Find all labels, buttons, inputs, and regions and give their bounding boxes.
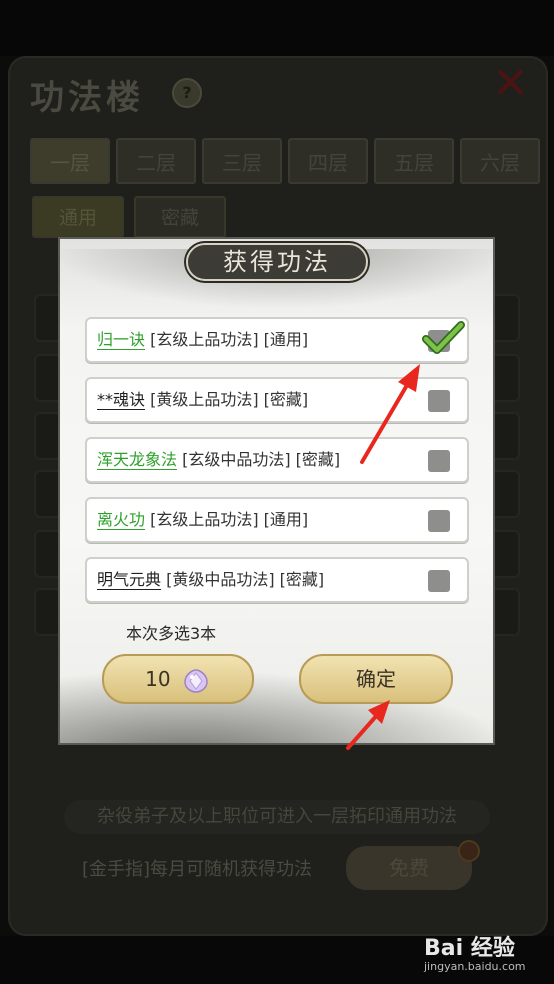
technique-tags: [玄级中品功法] [密藏] <box>182 450 341 469</box>
access-notice: 杂役弟子及以上职位可进入一层拓印通用功法 <box>64 800 490 834</box>
technique-name[interactable]: **魂诀 <box>97 390 145 409</box>
item-text: 离火功 [玄级上品功法] [通用] <box>97 499 308 541</box>
notification-dot <box>458 840 480 862</box>
watermark-brand: Bai 经验 <box>424 936 515 961</box>
tab-floor-4[interactable]: 四层 <box>288 138 368 184</box>
item-text: **魂诀 [黄级上品功法] [密藏] <box>97 379 308 421</box>
multi-select-note: 本次多选3本 <box>126 624 217 643</box>
technique-item[interactable]: 离火功 [玄级上品功法] [通用] <box>85 497 469 543</box>
page-title: 功法楼 <box>30 78 144 118</box>
technique-tags: [玄级上品功法] [通用] <box>150 330 309 349</box>
free-button[interactable]: 免费 <box>346 846 472 890</box>
tab-floor-3[interactable]: 三层 <box>202 138 282 184</box>
technique-name[interactable]: 明气元典 <box>97 570 161 589</box>
technique-name[interactable]: 离火功 <box>97 510 145 529</box>
technique-name[interactable]: 归一诀 <box>97 330 145 349</box>
checkbox[interactable] <box>428 390 450 412</box>
checkmark-icon[interactable] <box>421 319 465 357</box>
help-icon[interactable]: ? <box>172 78 202 108</box>
floor-tabs: 一层 二层 三层 四层 五层 六层 <box>30 138 540 184</box>
cost-amount: 10 <box>145 667 171 691</box>
tab-floor-5[interactable]: 五层 <box>374 138 454 184</box>
close-icon[interactable]: ✕ <box>492 62 529 106</box>
tab-floor-1[interactable]: 一层 <box>30 138 110 184</box>
category-tabs: 通用 密藏 <box>32 196 226 238</box>
technique-tags: [玄级上品功法] [通用] <box>150 510 309 529</box>
annotation-arrow <box>360 364 420 464</box>
annotation-arrow <box>346 700 390 750</box>
watermark-url: jingyan.baidu.com <box>424 960 526 973</box>
technique-item[interactable]: 明气元典 [黄级中品功法] [密藏] <box>85 557 469 603</box>
technique-tags: [黄级中品功法] [密藏] <box>166 570 325 589</box>
checkbox[interactable] <box>428 510 450 532</box>
cost-button[interactable]: 10 <box>102 654 254 704</box>
item-text: 明气元典 [黄级中品功法] [密藏] <box>97 559 324 601</box>
tab-floor-6[interactable]: 六层 <box>460 138 540 184</box>
technique-name[interactable]: 浑天龙象法 <box>97 450 177 469</box>
item-text: 浑天龙象法 [玄级中品功法] [密藏] <box>97 439 340 481</box>
tab-secret[interactable]: 密藏 <box>134 196 226 238</box>
checkbox[interactable] <box>428 450 450 472</box>
technique-tags: [黄级上品功法] [密藏] <box>150 390 309 409</box>
tab-general[interactable]: 通用 <box>32 196 124 238</box>
technique-item[interactable]: 归一诀 [玄级上品功法] [通用] <box>85 317 469 363</box>
tab-floor-2[interactable]: 二层 <box>116 138 196 184</box>
monthly-text: [金手指]每月可随机获得功法 <box>82 859 313 880</box>
status-bar <box>0 0 554 56</box>
item-text: 归一诀 [玄级上品功法] [通用] <box>97 319 308 361</box>
dialog-title: 获得功法 <box>186 243 368 281</box>
checkbox[interactable] <box>428 570 450 592</box>
spirit-gem-icon <box>184 668 208 693</box>
